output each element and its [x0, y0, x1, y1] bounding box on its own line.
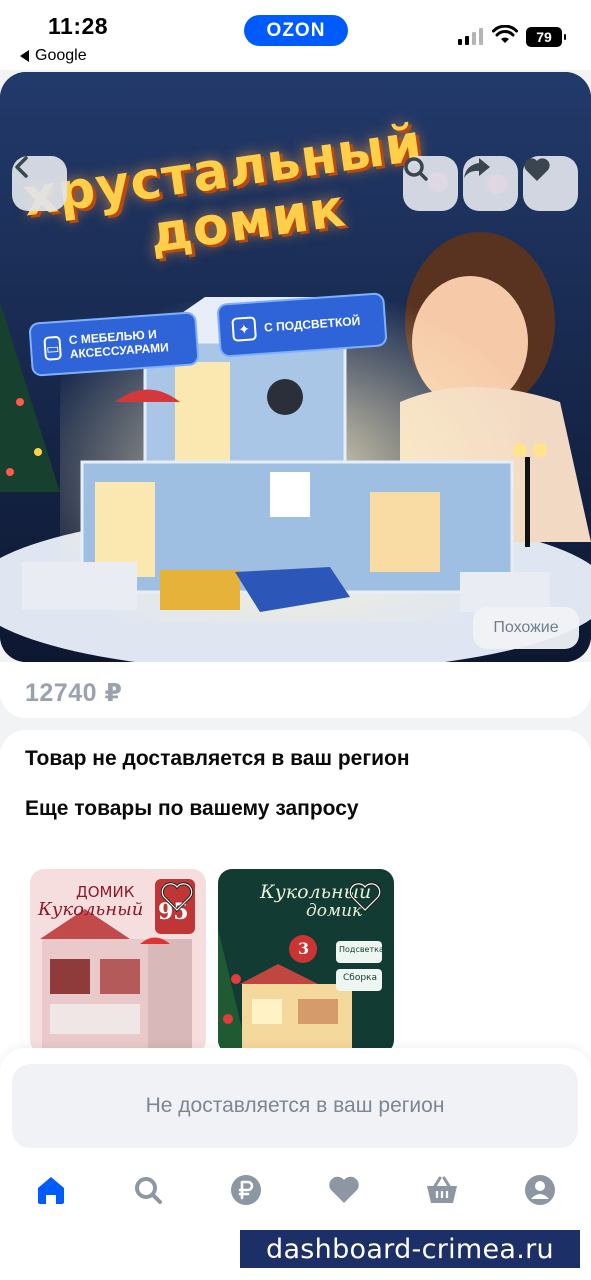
- ruble-icon: [231, 1175, 261, 1205]
- product-price: 12740 ₽: [25, 679, 123, 707]
- tab-search[interactable]: [128, 1170, 168, 1210]
- share-icon: [464, 158, 490, 178]
- chevron-left-icon: [15, 156, 28, 178]
- search-icon: [135, 1177, 162, 1204]
- more-products-heading: Еще товары по вашему запросу: [25, 797, 359, 820]
- search-icon: [404, 157, 428, 181]
- not-delivered-notice: Товар не доставляется в ваш регион: [25, 747, 410, 770]
- cellular-signal-icon: [458, 27, 483, 45]
- heart-icon: [329, 1176, 359, 1203]
- back-to-app-link[interactable]: Google: [20, 47, 87, 65]
- search-button[interactable]: [403, 156, 458, 211]
- recommendation-card[interactable]: Кукольный домик 3 Подсветка Сборка: [218, 869, 394, 1054]
- tab-favorites[interactable]: [324, 1170, 364, 1210]
- back-triangle-icon: [20, 50, 29, 62]
- thumb2-number: 3: [298, 939, 310, 958]
- badge-light-label: с подсветкой: [263, 313, 361, 335]
- sofa-icon: ▭: [43, 335, 63, 361]
- lightbulb-icon: ✦: [231, 316, 257, 342]
- thumb2-badge-light: Подсветка: [339, 945, 384, 954]
- status-time: 11:28: [48, 13, 109, 39]
- tab-finance[interactable]: [226, 1170, 266, 1210]
- tab-profile[interactable]: [520, 1170, 560, 1210]
- heart-icon: [524, 158, 550, 181]
- status-bar: 11:28 Google OZON 79: [0, 0, 591, 70]
- basket-icon: [427, 1176, 457, 1203]
- thumb2-badge-assembly: Сборка: [343, 973, 378, 983]
- favorite-button[interactable]: [523, 156, 578, 211]
- back-button[interactable]: [12, 156, 67, 211]
- tab-home[interactable]: [31, 1170, 71, 1210]
- watermark: dashboard-crimea.ru: [240, 1230, 580, 1268]
- heart-outline-icon[interactable]: [160, 881, 194, 913]
- profile-icon: [525, 1175, 555, 1205]
- tab-cart[interactable]: [422, 1170, 462, 1210]
- home-icon: [38, 1177, 64, 1204]
- bottom-tab-bar: [0, 1170, 591, 1214]
- ozon-logo: OZON: [244, 15, 348, 46]
- badge-furniture-label: с мебелью и аксессуарами: [68, 327, 170, 362]
- not-deliverable-button[interactable]: Не доставляется в ваш регион: [12, 1064, 578, 1148]
- heart-outline-icon[interactable]: [348, 881, 382, 913]
- share-button[interactable]: [463, 156, 518, 211]
- similar-button[interactable]: Похожие: [473, 607, 579, 649]
- thumb1-subtitle: Кукольный: [38, 899, 144, 920]
- back-app-label: Google: [35, 47, 87, 64]
- battery-icon: 79: [526, 27, 566, 47]
- recommendation-card[interactable]: ДОМИК Кукольный 95: [30, 869, 206, 1054]
- wifi-icon: [492, 25, 518, 43]
- product-image[interactable]: хрустальный домик ▭ с мебелью и аксессуа…: [0, 72, 591, 662]
